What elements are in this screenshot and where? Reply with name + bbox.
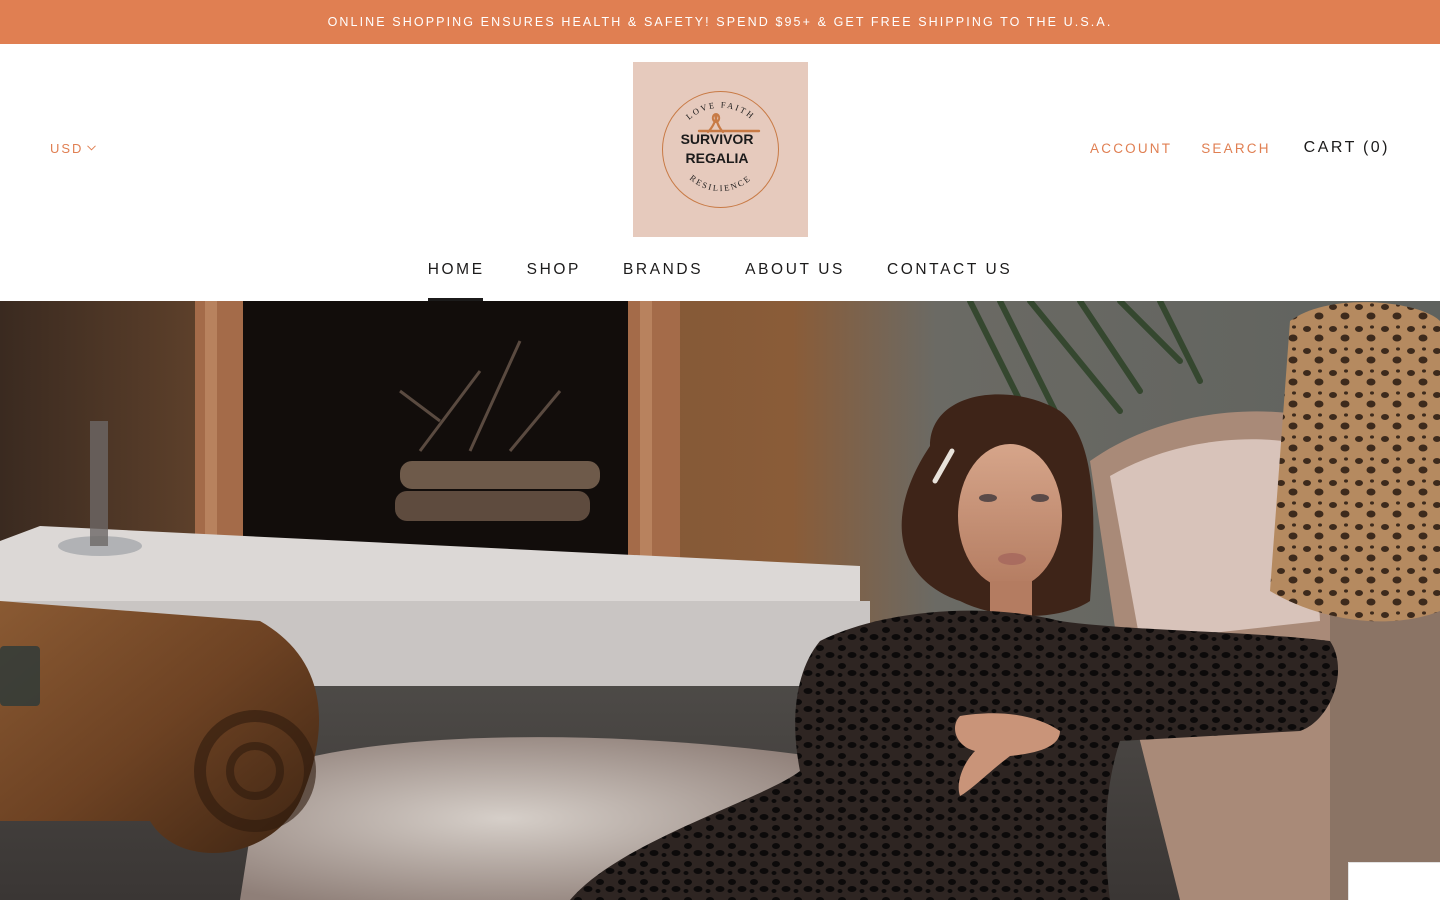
logo-arc-bottom: RESILIENCE <box>688 173 751 194</box>
announcement-bar: ONLINE SHOPPING ENSURES HEALTH & SAFETY!… <box>0 0 1440 44</box>
logo-arc-top: LOVE FAITH <box>684 100 755 122</box>
hero-image <box>0 301 1440 900</box>
currency-selector[interactable]: USD <box>50 141 97 156</box>
svg-text:RESILIENCE: RESILIENCE <box>688 173 753 194</box>
site-header: USD LOVE FAITH RESILIENCE SURVIVOR REGAL… <box>0 44 1440 301</box>
corner-widget[interactable] <box>1348 862 1440 900</box>
nav-shop[interactable]: SHOP <box>527 257 581 301</box>
cart-link[interactable]: CART (0) <box>1304 139 1390 157</box>
site-logo[interactable]: LOVE FAITH RESILIENCE SURVIVOR REGALIA <box>633 62 808 237</box>
main-nav: HOME SHOP BRANDS ABOUT US CONTACT US <box>0 257 1440 301</box>
cart-label: CART <box>1303 139 1357 156</box>
cart-count: (0) <box>1362 139 1390 156</box>
currency-label: USD <box>50 141 84 156</box>
account-link[interactable]: ACCOUNT <box>1090 141 1172 156</box>
nav-home[interactable]: HOME <box>427 257 485 301</box>
search-link[interactable]: SEARCH <box>1201 141 1270 156</box>
logo-line1: SURVIVOR <box>681 131 754 147</box>
hero-photo <box>0 301 1440 900</box>
nav-brands[interactable]: BRANDS <box>623 257 703 301</box>
svg-text:LOVE FAITH: LOVE FAITH <box>684 100 757 122</box>
nav-about-us[interactable]: ABOUT US <box>745 257 845 301</box>
chevron-down-icon <box>87 145 97 151</box>
logo-emblem: LOVE FAITH RESILIENCE SURVIVOR REGALIA <box>662 91 779 208</box>
announcement-text: ONLINE SHOPPING ENSURES HEALTH & SAFETY!… <box>327 15 1113 29</box>
header-links: ACCOUNT SEARCH CART (0) <box>1061 139 1390 157</box>
nav-contact-us[interactable]: CONTACT US <box>887 257 1012 301</box>
logo-line2: REGALIA <box>686 150 749 166</box>
